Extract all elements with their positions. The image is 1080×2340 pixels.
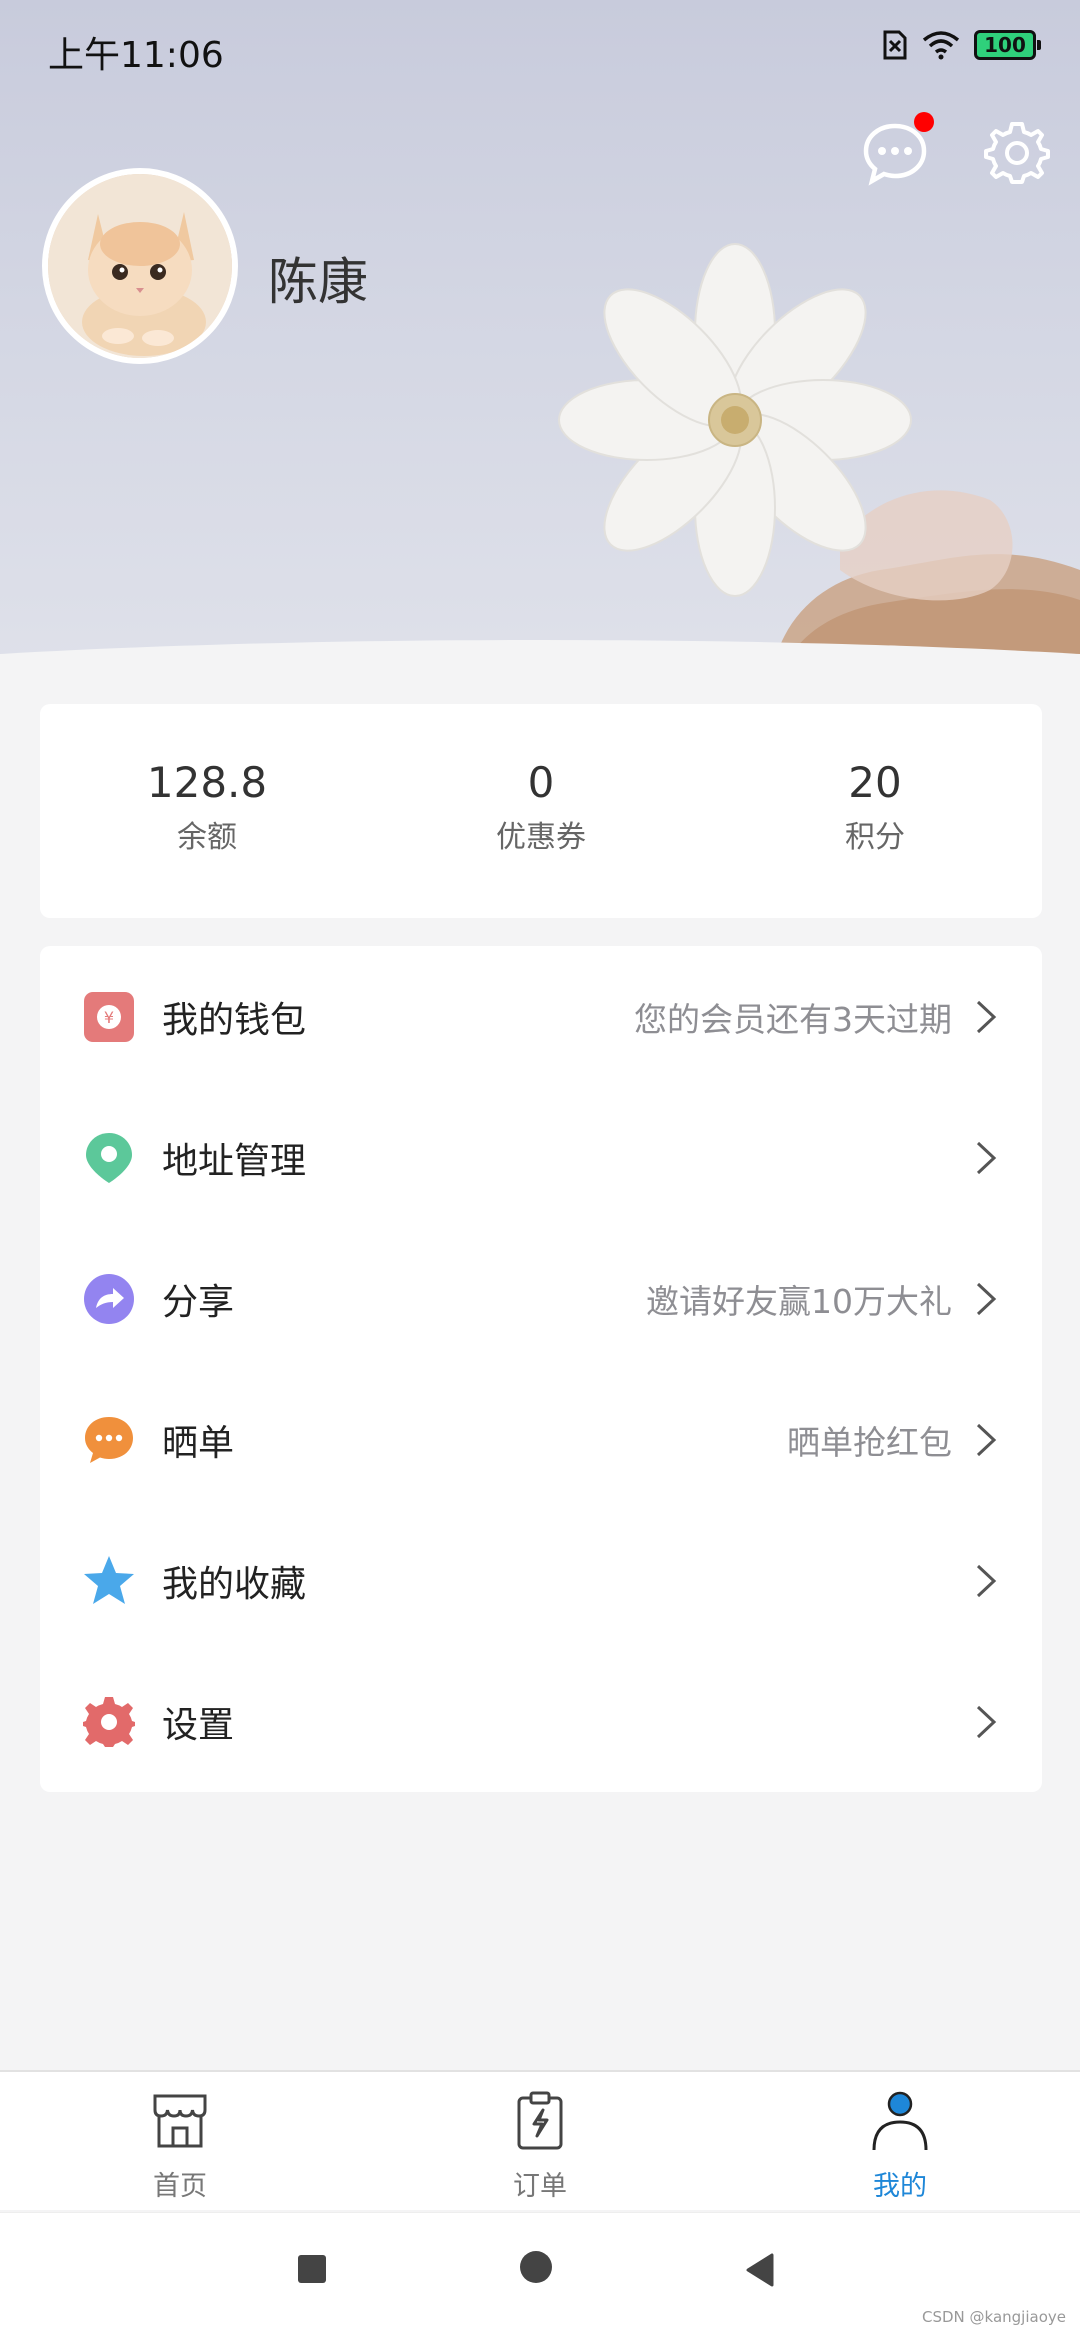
home-button[interactable] bbox=[518, 2249, 554, 2285]
back-button[interactable] bbox=[744, 2253, 776, 2287]
menu-label: 晒单 bbox=[162, 1422, 235, 1464]
menu-item-showcase[interactable]: 晒单 晒单抢红包 bbox=[40, 1369, 1042, 1510]
chevron-right-icon bbox=[976, 1423, 997, 1456]
header-actions bbox=[862, 112, 1050, 186]
stat-points[interactable]: 20 积分 bbox=[745, 758, 1005, 918]
chevron-right-icon bbox=[976, 1564, 997, 1597]
menu-label: 地址管理 bbox=[162, 1140, 307, 1182]
stat-balance[interactable]: 128.8 余额 bbox=[77, 758, 337, 918]
chat-bubble-icon bbox=[85, 1416, 133, 1463]
chevron-right-icon bbox=[976, 1705, 997, 1738]
status-icons: 100 bbox=[882, 30, 1041, 60]
avatar[interactable] bbox=[42, 168, 238, 364]
bottom-tab-bar: 首页 订单 我的 bbox=[0, 2070, 1080, 2210]
notification-dot bbox=[914, 112, 934, 132]
user-name: 陈康 bbox=[268, 253, 368, 311]
status-time: 上午11:06 bbox=[48, 35, 224, 76]
tab-home[interactable]: 首页 bbox=[0, 2072, 360, 2210]
gear-icon bbox=[984, 122, 1050, 184]
battery-icon: 100 bbox=[974, 30, 1041, 60]
menu-hint: 您的会员还有3天过期 bbox=[634, 999, 952, 1039]
stat-value: 20 bbox=[848, 758, 902, 807]
chevron-right-icon bbox=[976, 1141, 997, 1174]
flower-background-image bbox=[558, 243, 1080, 680]
stat-coupons[interactable]: 0 优惠券 bbox=[411, 758, 671, 918]
profile-screen: 上午11:06 100 陈康 128.8 余额 0 优惠券 20 积分 ¥ 我的… bbox=[0, 0, 1080, 2340]
menu-label: 分享 bbox=[162, 1281, 235, 1323]
menu-item-settings[interactable]: 设置 bbox=[40, 1651, 1042, 1792]
stat-label: 余额 bbox=[177, 820, 237, 856]
menu-hint: 晒单抢红包 bbox=[787, 1422, 952, 1462]
message-button[interactable] bbox=[862, 112, 934, 186]
user-icon bbox=[872, 2091, 928, 2151]
svg-text:¥: ¥ bbox=[104, 1008, 114, 1027]
menu-hint: 邀请好友赢10万大礼 bbox=[646, 1281, 952, 1321]
menu-label: 我的钱包 bbox=[162, 999, 307, 1041]
tab-label: 订单 bbox=[513, 2171, 567, 2202]
star-icon bbox=[84, 1555, 134, 1604]
chevron-right-icon bbox=[976, 1282, 997, 1315]
gear-icon bbox=[83, 1696, 135, 1747]
menu-item-share[interactable]: 分享 邀请好友赢10万大礼 bbox=[40, 1228, 1042, 1369]
status-bar: 上午11:06 100 bbox=[0, 0, 1080, 100]
tab-orders[interactable]: 订单 bbox=[360, 2072, 720, 2210]
stat-value: 128.8 bbox=[146, 758, 268, 807]
tab-label: 我的 bbox=[873, 2171, 927, 2202]
no-sim-icon bbox=[883, 30, 907, 60]
menu-label: 设置 bbox=[162, 1704, 235, 1746]
watermark: CSDN @kangjiaoye bbox=[922, 2308, 1066, 2326]
wallet-icon: ¥ bbox=[84, 991, 134, 1042]
menu-item-wallet[interactable]: ¥ 我的钱包 您的会员还有3天过期 bbox=[40, 946, 1042, 1087]
menu-item-favorites[interactable]: 我的收藏 bbox=[40, 1510, 1042, 1651]
menu-card: ¥ 我的钱包 您的会员还有3天过期 地址管理 分享 邀请好友赢10万大礼 晒单 … bbox=[40, 946, 1042, 1792]
settings-button[interactable] bbox=[984, 120, 1050, 186]
stat-value: 0 bbox=[527, 758, 555, 807]
chevron-right-icon bbox=[976, 1000, 997, 1033]
location-pin-icon bbox=[86, 1132, 132, 1183]
wifi-icon bbox=[922, 31, 960, 60]
clipboard-icon bbox=[517, 2091, 563, 2150]
menu-item-address[interactable]: 地址管理 bbox=[40, 1087, 1042, 1228]
recent-apps-button[interactable] bbox=[296, 2253, 328, 2285]
profile-header: 上午11:06 100 陈康 bbox=[0, 0, 1080, 680]
tab-label: 首页 bbox=[153, 2171, 207, 2202]
header-curve bbox=[0, 640, 1080, 680]
system-nav-bar: CSDN @kangjiaoye bbox=[0, 2212, 1080, 2340]
battery-level: 100 bbox=[984, 33, 1026, 57]
share-icon bbox=[84, 1273, 134, 1324]
stat-label: 优惠券 bbox=[496, 820, 586, 856]
menu-label: 我的收藏 bbox=[162, 1563, 307, 1605]
stat-label: 积分 bbox=[845, 820, 905, 856]
cat-avatar-image bbox=[48, 174, 232, 358]
tab-mine[interactable]: 我的 bbox=[720, 2072, 1080, 2210]
stats-card: 128.8 余额 0 优惠券 20 积分 bbox=[40, 704, 1042, 918]
store-icon bbox=[153, 2094, 207, 2148]
